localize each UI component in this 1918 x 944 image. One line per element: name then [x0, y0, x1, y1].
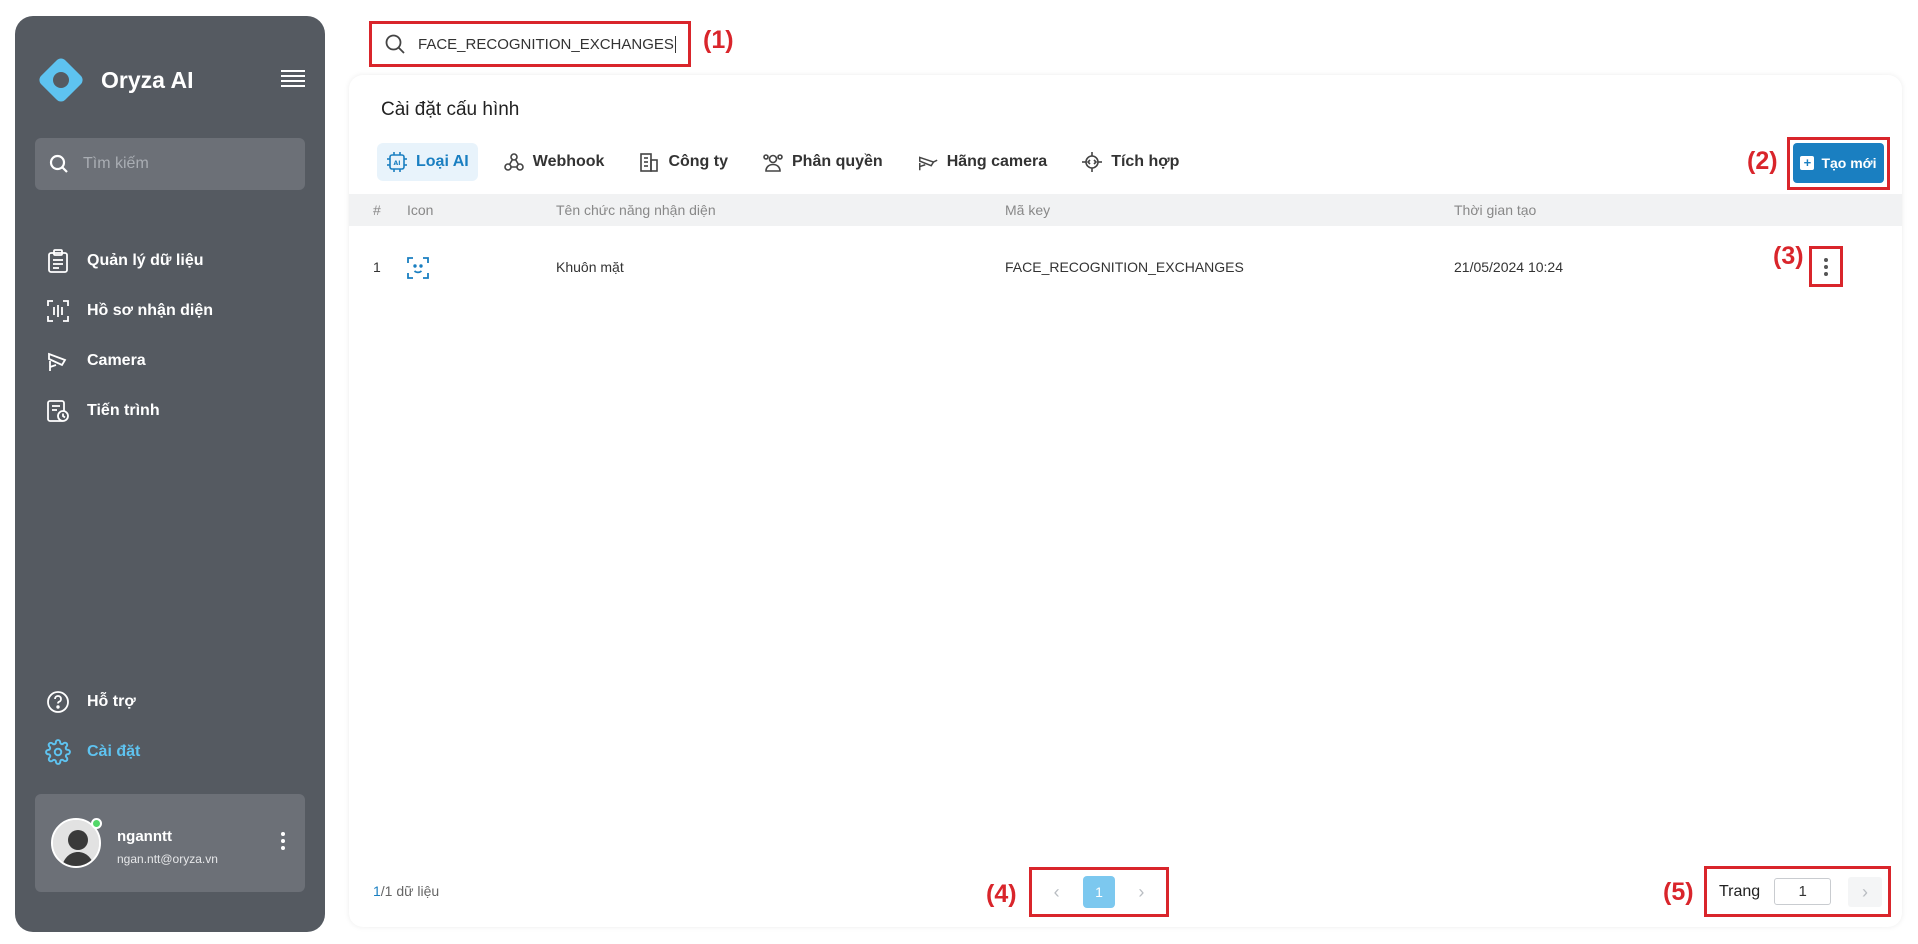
annotation-label: (1): [703, 26, 734, 54]
tab-label: Hãng camera: [946, 153, 1048, 170]
online-status-dot: [91, 818, 102, 829]
user-more-icon[interactable]: [279, 832, 287, 854]
page-jump-input[interactable]: [1774, 878, 1832, 905]
tab-permissions[interactable]: Phân quyền: [753, 143, 892, 181]
column-header: Icon: [407, 202, 434, 218]
sidebar-search-input[interactable]: [83, 155, 283, 173]
create-button-highlight: + Tạo mới: [1787, 137, 1890, 190]
summary-total: /1: [380, 883, 393, 899]
chevron-left-icon[interactable]: ‹: [1054, 882, 1060, 903]
create-button-label: Tạo mới: [1821, 155, 1877, 171]
row-index: 1: [373, 259, 381, 275]
settings-card: Cài đặt cấu hình AI Loại AI Webhook Công…: [349, 75, 1902, 927]
cctv-icon: [45, 348, 71, 374]
annotation-label: (4): [986, 880, 1017, 908]
brand-name: Oryza AI: [101, 66, 194, 93]
plus-icon: +: [1800, 156, 1815, 170]
create-new-button[interactable]: + Tạo mới: [1793, 143, 1884, 183]
nav-label: Camera: [87, 352, 146, 369]
brand[interactable]: Oryza AI: [35, 54, 193, 106]
tab-company[interactable]: Công ty: [629, 143, 737, 181]
record-summary: 1/1 dữ liệu: [373, 883, 439, 899]
clipboard-list-icon: [45, 248, 71, 274]
annotation-label: (3): [1773, 242, 1804, 270]
tab-camera-brand[interactable]: Hãng camera: [908, 143, 1057, 181]
nav-label: Quản lý dữ liệu: [87, 252, 204, 269]
hamburger-menu-icon[interactable]: [281, 70, 305, 88]
webhook-icon: [503, 151, 525, 173]
tab-label: Loại AI: [416, 153, 469, 170]
user-name: nganntt: [117, 828, 172, 845]
row-created: 21/05/2024 10:24: [1454, 259, 1563, 275]
nav-label: Hỗ trợ: [87, 693, 136, 710]
svg-text:AI: AI: [394, 160, 401, 167]
help-circle-icon: [45, 689, 71, 715]
pagination: ‹ 1 ›: [1029, 867, 1169, 917]
integration-chip-icon: [1081, 151, 1103, 173]
column-header: Thời gian tạo: [1454, 202, 1537, 218]
nav-item-support[interactable]: Hỗ trợ: [45, 677, 140, 727]
column-header: #: [373, 202, 381, 218]
sidebar: Oryza AI Quản lý dữ liệu Hồ sơ nhận diện…: [15, 16, 325, 932]
schedule-doc-icon: [45, 398, 71, 424]
users-group-icon: [762, 151, 784, 173]
sidebar-search[interactable]: [35, 138, 305, 190]
settings-tabs: AI Loại AI Webhook Công ty Phân quyền Hã…: [377, 143, 1204, 181]
summary-count: 1: [373, 883, 381, 899]
nav-label: Tiến trình: [87, 402, 160, 419]
row-actions-menu-icon[interactable]: [1809, 246, 1843, 287]
chevron-right-icon[interactable]: ›: [1848, 877, 1882, 907]
table-row[interactable]: 1 Khuôn mặt FACE_RECOGNITION_EXCHANGES 2…: [349, 242, 1902, 287]
nav-label: Cài đặt: [87, 743, 141, 760]
tab-label: Webhook: [532, 153, 605, 170]
main-nav: Quản lý dữ liệu Hồ sơ nhận diện Camera T…: [45, 236, 213, 436]
chevron-right-icon[interactable]: ›: [1138, 882, 1144, 903]
page-jump: Trang ›: [1704, 866, 1891, 917]
tab-label: Công ty: [668, 153, 728, 170]
nav-item-camera[interactable]: Camera: [45, 336, 213, 386]
face-scan-icon: [45, 298, 71, 324]
page-jump-label: Trang: [1719, 882, 1761, 900]
user-card[interactable]: nganntt ngan.ntt@oryza.vn: [35, 794, 305, 892]
column-header: Mã key: [1005, 202, 1051, 218]
global-search[interactable]: FACE_RECOGNITION_EXCHANGES: [369, 21, 691, 67]
building-icon: [638, 151, 660, 173]
nav-label: Hồ sơ nhận diện: [87, 302, 214, 319]
summary-suffix: dữ liệu: [392, 883, 440, 899]
ai-chip-icon: AI: [386, 151, 408, 173]
page-number-button[interactable]: 1: [1082, 876, 1115, 908]
row-key: FACE_RECOGNITION_EXCHANGES: [1005, 259, 1244, 275]
table-header: # Icon Tên chức năng nhận diện Mã key Th…: [349, 194, 1902, 226]
tab-integration[interactable]: Tích hợp: [1072, 143, 1188, 181]
nav-item-settings[interactable]: Cài đặt: [45, 727, 140, 777]
search-icon: [49, 154, 68, 173]
page-title: Cài đặt cấu hình: [381, 99, 520, 120]
annotation-label: (2): [1747, 147, 1778, 175]
tab-label: Phân quyền: [792, 153, 883, 170]
face-recognition-icon: [406, 256, 430, 293]
tab-label: Tích hợp: [1111, 153, 1180, 170]
user-email: ngan.ntt@oryza.vn: [117, 852, 218, 866]
gear-icon: [45, 739, 71, 765]
global-search-input[interactable]: FACE_RECOGNITION_EXCHANGES: [418, 35, 676, 53]
bottom-nav: Hỗ trợ Cài đặt: [45, 677, 140, 777]
oryza-logo-icon: [39, 58, 83, 102]
nav-item-data-management[interactable]: Quản lý dữ liệu: [45, 236, 213, 286]
row-name: Khuôn mặt: [556, 259, 624, 275]
tab-ai-type[interactable]: AI Loại AI: [377, 143, 478, 181]
tab-webhook[interactable]: Webhook: [494, 143, 614, 181]
nav-item-recognition-profiles[interactable]: Hồ sơ nhận diện: [45, 286, 213, 336]
search-icon: [385, 34, 405, 54]
column-header: Tên chức năng nhận diện: [556, 202, 716, 218]
nav-item-process[interactable]: Tiến trình: [45, 386, 213, 436]
annotation-label: (5): [1663, 878, 1694, 906]
camera-icon: [917, 151, 939, 173]
